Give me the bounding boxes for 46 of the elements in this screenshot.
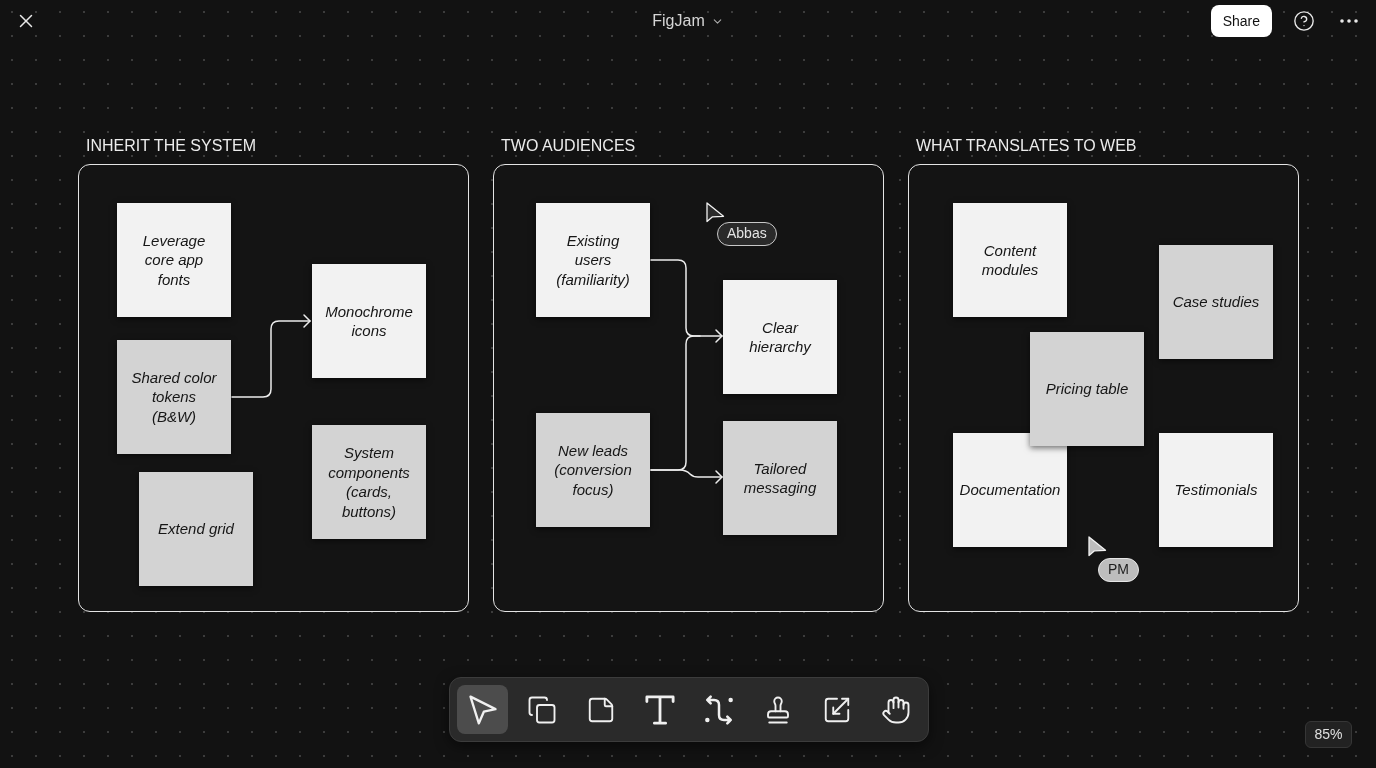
note-text: Clear hierarchy (748, 317, 813, 357)
sticky-note[interactable]: Leverage core app fonts (117, 203, 231, 317)
sticky-note[interactable]: Case studies (1159, 245, 1273, 359)
sticky-note[interactable]: Pricing table (1030, 332, 1144, 446)
note-text: Tailored messaging (742, 458, 818, 498)
help-icon (1293, 10, 1315, 32)
curved-arrow-icon (703, 694, 734, 725)
cursor-pointer-icon (706, 202, 725, 224)
pointer-icon (467, 694, 498, 725)
hand-icon (880, 694, 911, 725)
note-text: Documentation (959, 480, 1061, 500)
sticky-note[interactable]: Documentation (953, 433, 1067, 547)
section-title: WHAT TRANSLATES TO WEB (916, 136, 1137, 156)
collaborator-name-tag: Abbas (717, 222, 777, 246)
sticky-note[interactable]: Shared color tokens (B&W) (117, 340, 231, 454)
note-text: Content modules (980, 240, 1040, 280)
sticky-note[interactable]: Testimonials (1159, 433, 1273, 547)
sticky-note[interactable]: Clear hierarchy (723, 280, 837, 394)
section-title: TWO AUDIENCES (501, 136, 636, 156)
text-icon (644, 694, 675, 725)
sticky-note[interactable]: Tailored messaging (723, 421, 837, 535)
note-text: System components (cards, buttons) (327, 443, 411, 521)
overlapping-squares-icon (526, 694, 557, 725)
note-text: Monochrome icons (324, 301, 414, 341)
sticky-note[interactable]: New leads (conversion focus) (536, 413, 650, 527)
sticky-note[interactable]: Monochrome icons (312, 264, 426, 378)
note-text: Leverage core app fonts (141, 230, 207, 290)
sticky-note[interactable]: Content modules (953, 203, 1067, 317)
cursor-pointer-icon (1088, 536, 1107, 558)
note-text: New leads (conversion focus) (553, 440, 633, 500)
note-text: Testimonials (1174, 480, 1258, 500)
sticky-note[interactable]: System components (cards, buttons) (312, 425, 426, 539)
note-text: Pricing table (1045, 379, 1129, 399)
zoom-level-button[interactable]: 85% (1305, 721, 1352, 748)
note-text: Extend grid (158, 519, 234, 539)
select-tool-button[interactable] (457, 685, 508, 734)
note-text: Case studies (1172, 292, 1260, 312)
sticky-note[interactable]: Existing users (familiarity) (536, 203, 650, 317)
help-button[interactable] (1293, 10, 1315, 32)
section-title: INHERIT THE SYSTEM (86, 136, 257, 156)
note-text: Shared color tokens (B&W) (130, 367, 218, 427)
more-dots-icon (1340, 19, 1358, 23)
sticky-note[interactable]: Extend grid (139, 472, 253, 586)
file-title-menu[interactable]: FigJam (648, 8, 728, 34)
note-text: Existing users (familiarity) (555, 230, 631, 290)
share-button[interactable]: Share (1210, 5, 1272, 37)
